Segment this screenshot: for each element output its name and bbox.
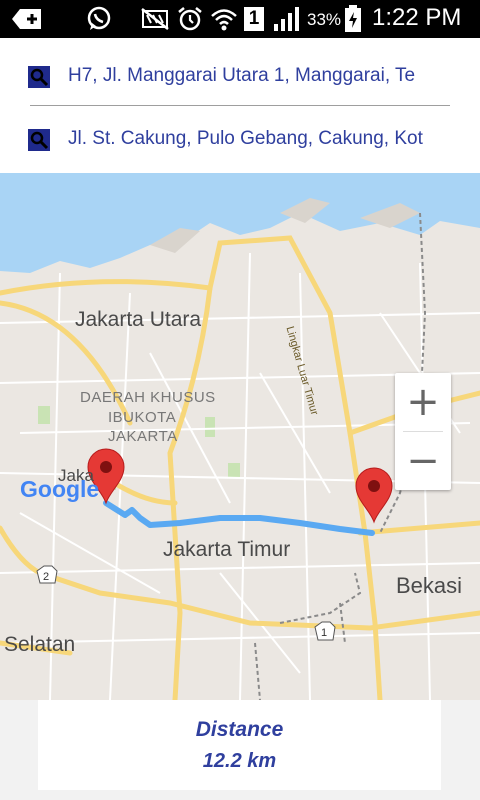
destination-search-row[interactable]: Jl. St. Cakung, Pulo Gebang, Cakung, Kot xyxy=(0,107,480,173)
distance-value: 12.2 km xyxy=(202,750,277,772)
label-jakarta-timur: Jakarta Timur xyxy=(163,538,291,561)
zoom-control: + − xyxy=(395,373,451,490)
label-jakarta-utara: Jakarta Utara xyxy=(75,308,202,331)
label-route-1: 1 xyxy=(321,627,328,639)
distance-title: Distance xyxy=(195,718,284,741)
label-selatan: Selatan xyxy=(4,633,76,656)
wifi-icon xyxy=(211,9,237,31)
distance-card: Distance 12.2 km xyxy=(38,700,441,790)
clock: 1:22 PM xyxy=(372,4,462,31)
search-icon xyxy=(28,66,50,88)
divider xyxy=(30,105,450,106)
origin-input[interactable]: H7, Jl. Manggarai Utara 1, Manggarai, Te xyxy=(68,65,468,87)
whatsapp-icon xyxy=(87,6,111,30)
sim-label: 1 xyxy=(248,8,260,29)
search-icon xyxy=(28,129,50,151)
google-logo: Google xyxy=(20,476,99,503)
mute-icon xyxy=(141,8,169,30)
google-logo-text: Google xyxy=(20,476,100,502)
label-dki-3: JAKARTA xyxy=(108,428,178,445)
alarm-icon xyxy=(178,7,202,31)
zoom-in-button[interactable]: + xyxy=(395,373,451,431)
sea-water xyxy=(0,173,480,273)
search-panel: H7, Jl. Manggarai Utara 1, Manggarai, Te… xyxy=(0,38,480,173)
status-bar: 1 33% 1:22 PM xyxy=(0,0,480,38)
map-view[interactable]: Jakarta Utara DAERAH KHUSUS IBUKOTA JAKA… xyxy=(0,173,480,700)
zoom-out-button[interactable]: − xyxy=(395,432,451,490)
signal-icon xyxy=(274,7,299,31)
label-dki-1: DAERAH KHUSUS xyxy=(80,389,216,406)
destination-input[interactable]: Jl. St. Cakung, Pulo Gebang, Cakung, Kot xyxy=(68,128,468,150)
origin-search-row[interactable]: H7, Jl. Manggarai Utara 1, Manggarai, Te xyxy=(0,38,480,104)
label-dki-2: IBUKOTA xyxy=(108,409,177,426)
sim-icon: 1 xyxy=(244,7,264,31)
route-line xyxy=(103,500,375,536)
label-bekasi: Bekasi xyxy=(396,573,463,598)
battery-charging-icon xyxy=(345,5,361,32)
battery-percent: 33% xyxy=(307,10,342,29)
add-notification-icon xyxy=(12,9,41,29)
label-route-2: 2 xyxy=(43,571,50,583)
